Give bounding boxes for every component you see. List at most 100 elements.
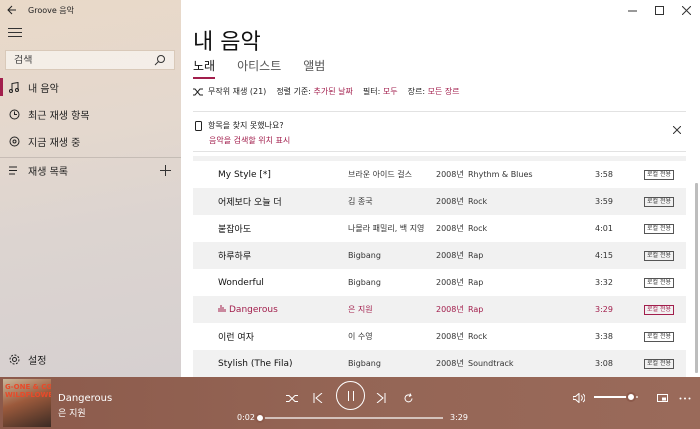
shuffle-button[interactable]: 무작위 재생 (21) [193,86,266,97]
table-row[interactable]: My Style [*] 브라운 아이드 걸스 2008년 Rhythm & B… [193,161,686,188]
gear-icon [0,354,28,365]
song-year: 2008년 [436,278,464,287]
scrollbar[interactable] [695,183,698,373]
song-title: 붙잡아도 [218,225,252,235]
previous-icon [313,393,323,403]
song-title: Wonderful [218,277,264,288]
local-only-badge: 로컬 전용 [644,358,674,369]
maximize-button[interactable] [646,0,673,20]
divider [193,151,686,152]
song-duration: 3:59 [595,197,613,206]
settings-button[interactable]: 설정 [0,348,46,370]
next-button[interactable] [372,389,390,407]
local-only-badge: 로컬 전용 [644,250,674,261]
song-genre: Rap [468,305,484,314]
table-row[interactable]: 이런 여자 이 수영 2008년 Rock 3:38 로컬 전용 [193,323,686,350]
close-icon [672,125,682,135]
now-playing-artist[interactable]: 은 지원 [58,406,86,419]
song-genre: Rock [468,197,488,206]
app-title: Groove 음악 [28,5,75,15]
sidebar-item-label: 재생 목록 [28,166,68,178]
song-artist[interactable]: 나몰라 패밀리, 백 지영 [348,223,424,234]
back-button[interactable] [0,0,24,20]
filter-value: 모두 [382,87,398,96]
song-year: 2008년 [436,197,464,206]
hamburger-menu-button[interactable] [8,28,22,38]
mini-player-icon [656,394,668,402]
song-duration: 4:01 [595,224,613,233]
table-row[interactable]: Wonderful Bigbang 2008년 Rap 3:32 로컬 전용 [193,269,686,296]
sidebar-item-playlists[interactable]: 재생 목록 [0,157,181,183]
search-input[interactable] [6,54,146,66]
now-playing-icon [0,136,28,147]
album-art[interactable]: G-ONE & CODE WILDFLOWERS [3,379,51,427]
album-art-text: G-ONE & CODE WILDFLOWERS [5,383,51,399]
volume-thumb[interactable] [626,392,637,402]
song-artist[interactable]: 브라운 아이드 걸스 [348,169,412,180]
add-playlist-button[interactable] [160,161,171,180]
now-playing-title[interactable]: Dangerous [58,393,112,404]
genre-dropdown[interactable]: 장르: 모든 장르 [408,86,460,97]
search-icon[interactable] [154,54,166,66]
table-row-now-playing[interactable]: Dangerous 은 지원 2008년 Rap 3:29 로컬 전용 [193,296,686,323]
song-artist[interactable]: Bigbang [348,359,381,368]
search-box[interactable] [5,50,175,70]
song-title: Dangerous [229,305,278,315]
local-only-badge: 로컬 전용 [644,196,674,207]
song-artist[interactable]: 김 종국 [348,196,373,207]
pause-button[interactable] [336,381,365,410]
back-arrow-icon [7,5,16,15]
genre-value: 모든 장르 [427,87,460,96]
table-row[interactable]: 하루하루 Bigbang 2008년 Rap 4:15 로컬 전용 [193,242,686,269]
hamburger-icon [8,28,22,29]
page-title: 내 음악 [193,30,261,55]
minimize-icon [628,10,637,11]
sidebar-item-now-playing[interactable]: 지금 재생 중 [0,128,181,154]
sidebar-item-my-music[interactable]: 내 음악 [0,74,181,100]
tab-songs[interactable]: 노래 [193,57,216,79]
repeat-button[interactable] [399,389,417,407]
notice-close-button[interactable] [672,124,682,137]
table-row[interactable]: Stylish (The Fila) Bigbang 2008년 Soundtr… [193,350,686,377]
more-options-button[interactable] [676,389,694,407]
sort-prefix: 정렬 기준: [276,87,311,96]
song-artist[interactable]: 은 지원 [348,304,373,315]
sort-dropdown[interactable]: 정렬 기준: 추가된 날짜 [276,86,353,97]
seek-thumb[interactable] [254,413,265,423]
table-row[interactable]: 어제보다 오늘 더 김 종국 2008년 Rock 3:59 로컬 전용 [193,188,686,215]
song-artist[interactable]: Bigbang [348,251,381,260]
filter-prefix: 필터: [362,87,381,96]
more-icon [679,397,691,399]
sidebar: Groove 음악 내 음악 최근 재생 항목 지금 재생 중 재생 목록 [0,0,181,377]
previous-button[interactable] [309,389,327,407]
close-button[interactable] [673,0,700,20]
title-bar: Groove 음악 [0,0,181,20]
shuffle-icon [193,88,203,95]
find-music-link[interactable]: 음악을 검색할 위치 표시 [209,135,685,146]
song-artist[interactable]: 이 수영 [348,331,373,342]
sidebar-item-recent[interactable]: 최근 재생 항목 [0,101,181,127]
local-only-badge: 로컬 전용 [644,304,674,315]
mini-player-button[interactable] [653,389,671,407]
filter-dropdown[interactable]: 필터: 모두 [363,86,398,97]
equalizer-icon [218,305,226,312]
minimize-button[interactable] [619,0,646,20]
table-row[interactable]: 붙잡아도 나몰라 패밀리, 백 지영 2008년 Rock 4:01 로컬 전용 [193,215,686,242]
song-title: 어제보다 오늘 더 [218,198,282,208]
local-only-badge: 로컬 전용 [644,223,674,234]
song-year: 2008년 [436,170,464,179]
volume-button[interactable] [570,389,588,407]
song-duration: 3:58 [595,170,613,179]
song-artist[interactable]: Bigbang [348,278,381,287]
volume-slider[interactable] [594,392,638,402]
song-year: 2008년 [436,224,464,233]
seek-bar[interactable] [254,413,443,423]
song-title: Stylish (The Fila) [218,358,293,369]
tab-albums[interactable]: 앨범 [303,57,325,79]
device-icon [195,120,202,131]
notice-banner: 항목을 찾지 못했나요? 음악을 검색할 위치 표시 [195,120,685,146]
shuffle-toggle-button[interactable] [283,389,301,407]
song-duration: 3:32 [595,278,613,287]
song-duration: 3:08 [595,359,613,368]
tab-artists[interactable]: 아티스트 [237,57,281,79]
